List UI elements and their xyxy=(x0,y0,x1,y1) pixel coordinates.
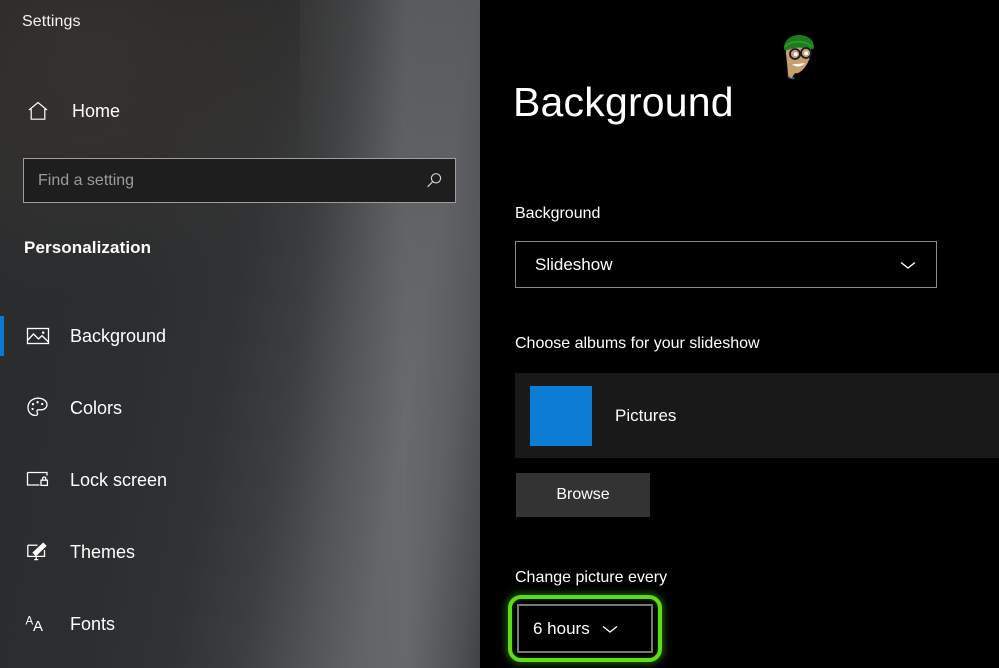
search-input[interactable] xyxy=(24,159,413,202)
selection-accent-bar xyxy=(0,316,4,356)
sidebar-item-lock-screen[interactable]: Lock screen xyxy=(0,456,480,504)
search-icon[interactable] xyxy=(413,171,455,191)
settings-sidebar: Settings Home Personalization xyxy=(0,0,480,668)
background-field-label: Background xyxy=(515,205,600,223)
sidebar-item-themes[interactable]: Themes xyxy=(0,528,480,576)
fonts-icon: A A xyxy=(22,608,54,640)
lock-screen-icon xyxy=(22,464,54,496)
settings-window: Settings Home Personalization xyxy=(0,0,999,668)
album-name-label: Pictures xyxy=(615,406,676,426)
sidebar-section-heading: Personalization xyxy=(24,238,151,258)
title-bar: Settings xyxy=(0,0,480,46)
sidebar-nav-list: Background Colors xyxy=(0,312,480,668)
album-thumbnail xyxy=(530,386,592,446)
sidebar-item-colors[interactable]: Colors xyxy=(0,384,480,432)
background-type-dropdown[interactable]: Slideshow xyxy=(515,241,937,288)
change-picture-interval-dropdown[interactable]: 6 hours xyxy=(517,604,653,653)
window-title: Settings xyxy=(22,13,81,31)
settings-content-pane: Background Background Slideshow Choose a… xyxy=(480,0,999,668)
sidebar-item-home-label: Home xyxy=(72,101,120,122)
sidebar-item-fonts[interactable]: A A Fonts xyxy=(0,600,480,648)
sidebar-item-colors-label: Colors xyxy=(70,398,122,419)
cartoon-character-logo-icon xyxy=(776,32,820,88)
background-type-dropdown-value: Slideshow xyxy=(535,255,613,275)
sidebar-item-fonts-label: Fonts xyxy=(70,614,115,635)
albums-field-label: Choose albums for your slideshow xyxy=(515,335,760,353)
album-list: Pictures xyxy=(515,373,999,458)
page-title: Background xyxy=(513,82,734,123)
home-icon xyxy=(24,97,52,125)
svg-text:A: A xyxy=(33,618,43,635)
sidebar-item-home[interactable]: Home xyxy=(0,90,480,132)
browse-button[interactable]: Browse xyxy=(516,473,650,517)
themes-icon xyxy=(22,536,54,568)
sidebar-item-themes-label: Themes xyxy=(70,542,135,563)
chevron-down-icon xyxy=(898,259,918,271)
change-picture-interval-value: 6 hours xyxy=(533,619,590,639)
album-list-item[interactable]: Pictures xyxy=(515,386,999,446)
interval-field-label: Change picture every xyxy=(515,569,667,587)
sidebar-item-background[interactable]: Background xyxy=(0,312,480,360)
sidebar-item-background-label: Background xyxy=(70,326,166,347)
chevron-down-icon xyxy=(600,623,620,635)
picture-icon xyxy=(22,320,54,352)
sidebar-item-lock-screen-label: Lock screen xyxy=(70,470,167,491)
palette-icon xyxy=(22,392,54,424)
search-box[interactable] xyxy=(23,158,456,203)
